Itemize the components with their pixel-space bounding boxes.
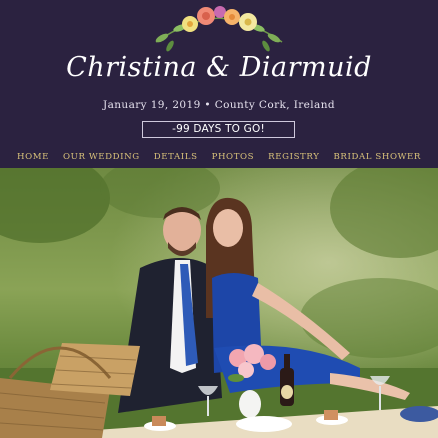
countdown-badge: -99 DAYS TO GO! bbox=[142, 121, 295, 138]
event-date-location: January 19, 2019 • County Cork, Ireland bbox=[102, 99, 336, 111]
site-header: Christina & Diarmuid January 19, 2019 • … bbox=[0, 0, 438, 168]
nav-item-details[interactable]: DETAILS bbox=[147, 150, 205, 164]
main-nav: HOME OUR WEDDING DETAILS PHOTOS REGISTRY… bbox=[0, 150, 438, 164]
nav-item-photos[interactable]: PHOTOS bbox=[205, 150, 262, 164]
nav-item-our-wedding[interactable]: OUR WEDDING bbox=[56, 150, 147, 164]
floral-wreath-icon bbox=[155, 6, 283, 52]
nav-item-home[interactable]: HOME bbox=[10, 150, 56, 164]
couple-picnic-photo-icon bbox=[0, 168, 438, 438]
hero-photo bbox=[0, 168, 438, 438]
nav-item-bridal-shower[interactable]: BRIDAL SHOWER bbox=[326, 150, 428, 164]
couple-names-title: Christina & Diarmuid bbox=[66, 52, 372, 83]
nav-item-registry[interactable]: REGISTRY bbox=[261, 150, 326, 164]
